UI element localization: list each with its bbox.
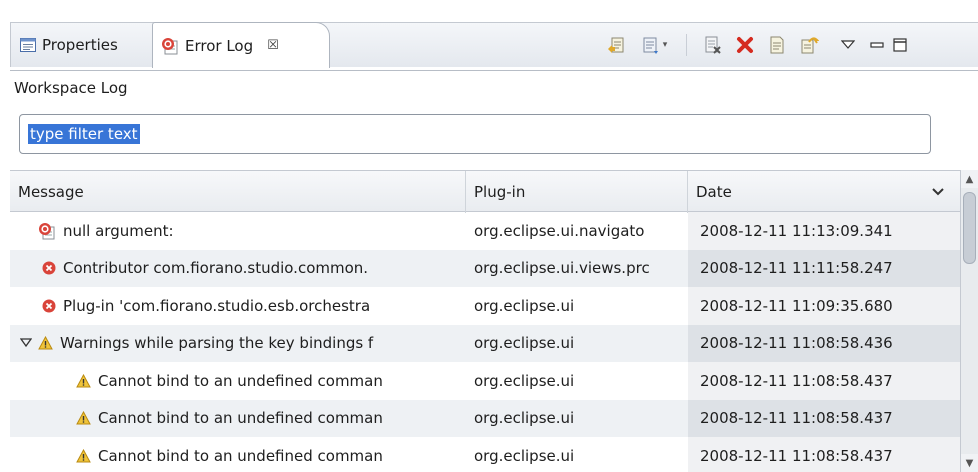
restore-log-button[interactable] <box>793 30 825 60</box>
scroll-down-arrow-icon[interactable]: ▼ <box>961 454 978 472</box>
date-cell: 2008-12-11 11:08:58.437 <box>688 399 960 437</box>
plugin-cell: org.eclipse.ui <box>474 371 575 390</box>
column-header-message[interactable]: Message <box>10 171 466 213</box>
date-cell: 2008-12-11 11:08:58.437 <box>688 437 960 472</box>
message-cell: Cannot bind to an undefined comman <box>10 437 466 472</box>
message-text: Cannot bind to an undefined comman <box>98 371 383 390</box>
message-text: Warnings while parsing the key bindings … <box>60 334 374 353</box>
message-cell: Plug-in 'com.fiorano.studio.esb.orchestr… <box>10 287 466 325</box>
warning-icon <box>76 373 91 388</box>
column-header-label: Date <box>696 183 732 201</box>
tab-label: Properties <box>42 35 118 54</box>
filter-input[interactable]: type filter text <box>28 124 140 144</box>
table-row[interactable]: Cannot bind to an undefined comman org.e… <box>10 399 960 438</box>
view-menu-icon <box>841 39 855 50</box>
sort-descending-icon <box>932 188 944 196</box>
plugin-cell: org.eclipse.ui.views.prc <box>474 259 650 278</box>
maximize-icon <box>893 37 907 52</box>
column-header-date[interactable]: Date <box>688 171 960 213</box>
delete-log-icon <box>735 35 755 55</box>
message-text: Cannot bind to an undefined comman <box>98 446 383 465</box>
scroll-up-arrow-icon[interactable]: ▲ <box>961 170 978 188</box>
error-log-view: Properties Error Log ☒ ▾ Workspace Log t… <box>0 0 978 472</box>
column-header-plugin[interactable]: Plug-in <box>466 171 688 213</box>
table-row[interactable]: Cannot bind to an undefined comman org.e… <box>10 437 960 472</box>
error-log-icon <box>161 37 179 55</box>
open-log-icon <box>767 35 787 55</box>
message-text: Contributor com.fiorano.studio.common. <box>63 259 369 278</box>
message-cell: Contributor com.fiorano.studio.common. <box>10 250 466 288</box>
view-tab-bar: Properties Error Log ☒ ▾ <box>0 0 978 70</box>
table-header: Message Plug-in Date <box>10 170 960 213</box>
plugin-cell: org.eclipse.ui.navigato <box>474 221 645 240</box>
table-body: null argument: org.eclipse.ui.navigato 2… <box>10 212 960 472</box>
chevron-down-icon: ▾ <box>662 39 668 50</box>
date-cell: 2008-12-11 11:11:58.247 <box>688 249 960 287</box>
expand-toggle-icon[interactable] <box>18 338 34 348</box>
message-cell: Warnings while parsing the key bindings … <box>10 325 466 363</box>
message-text: Cannot bind to an undefined comman <box>98 409 383 428</box>
clear-log-button[interactable] <box>697 30 729 60</box>
export-log-button[interactable] <box>600 30 632 60</box>
date-cell: 2008-12-11 11:13:09.341 <box>688 212 960 250</box>
tab-error-log[interactable]: Error Log ☒ <box>152 22 330 68</box>
date-cell: 2008-12-11 11:08:58.437 <box>688 362 960 400</box>
delete-log-button[interactable] <box>729 30 761 60</box>
tab-properties[interactable]: Properties <box>14 22 124 67</box>
message-cell: Cannot bind to an undefined comman <box>10 400 466 438</box>
plugin-cell: org.eclipse.ui <box>474 296 575 315</box>
tab-label: Error Log <box>185 36 254 55</box>
export-log-icon <box>606 35 626 55</box>
message-cell: null argument: <box>10 212 466 250</box>
open-log-button[interactable] <box>761 30 793 60</box>
date-cell: 2008-12-11 11:09:35.680 <box>688 287 960 325</box>
error-icon <box>42 299 56 313</box>
warning-icon <box>76 448 91 463</box>
message-text: Plug-in 'com.fiorano.studio.esb.orchestr… <box>63 296 371 315</box>
clear-log-icon <box>703 35 723 55</box>
import-log-button[interactable]: ▾ <box>632 30 676 60</box>
table-row[interactable]: Plug-in 'com.fiorano.studio.esb.orchestr… <box>10 287 960 325</box>
view-menu-button[interactable] <box>831 30 865 60</box>
table-row[interactable]: Contributor com.fiorano.studio.common. o… <box>10 249 960 288</box>
error-bubble-icon <box>38 222 56 240</box>
toolbar-separator <box>686 33 687 56</box>
close-icon[interactable]: ☒ <box>267 38 279 53</box>
message-text: null argument: <box>63 221 174 240</box>
table-row[interactable]: Warnings while parsing the key bindings … <box>10 324 960 363</box>
error-icon <box>42 261 56 275</box>
log-table: Message Plug-in Date null argument: org.… <box>10 170 960 472</box>
scrollbar-thumb[interactable] <box>963 192 976 264</box>
vertical-scrollbar[interactable]: ▲ ▼ <box>960 170 978 472</box>
restore-log-icon <box>799 35 819 55</box>
date-cell: 2008-12-11 11:08:58.436 <box>688 324 960 362</box>
minimize-icon <box>870 41 884 49</box>
table-row[interactable]: null argument: org.eclipse.ui.navigato 2… <box>10 212 960 250</box>
maximize-button[interactable] <box>889 30 911 60</box>
column-header-label: Plug-in <box>474 183 526 201</box>
properties-icon <box>20 37 36 52</box>
plugin-cell: org.eclipse.ui <box>474 334 575 353</box>
filter-field[interactable]: type filter text <box>19 114 931 154</box>
warning-icon <box>76 411 91 425</box>
table-row[interactable]: Cannot bind to an undefined comman org.e… <box>10 362 960 400</box>
view-toolbar: ▾ <box>600 22 911 67</box>
plugin-cell: org.eclipse.ui <box>474 409 575 428</box>
column-header-label: Message <box>18 183 84 201</box>
import-log-icon <box>641 35 661 55</box>
warning-icon <box>38 336 53 350</box>
minimize-button[interactable] <box>865 30 889 60</box>
workspace-log-title: Workspace Log <box>10 70 978 104</box>
message-cell: Cannot bind to an undefined comman <box>10 362 466 400</box>
plugin-cell: org.eclipse.ui <box>474 446 575 465</box>
